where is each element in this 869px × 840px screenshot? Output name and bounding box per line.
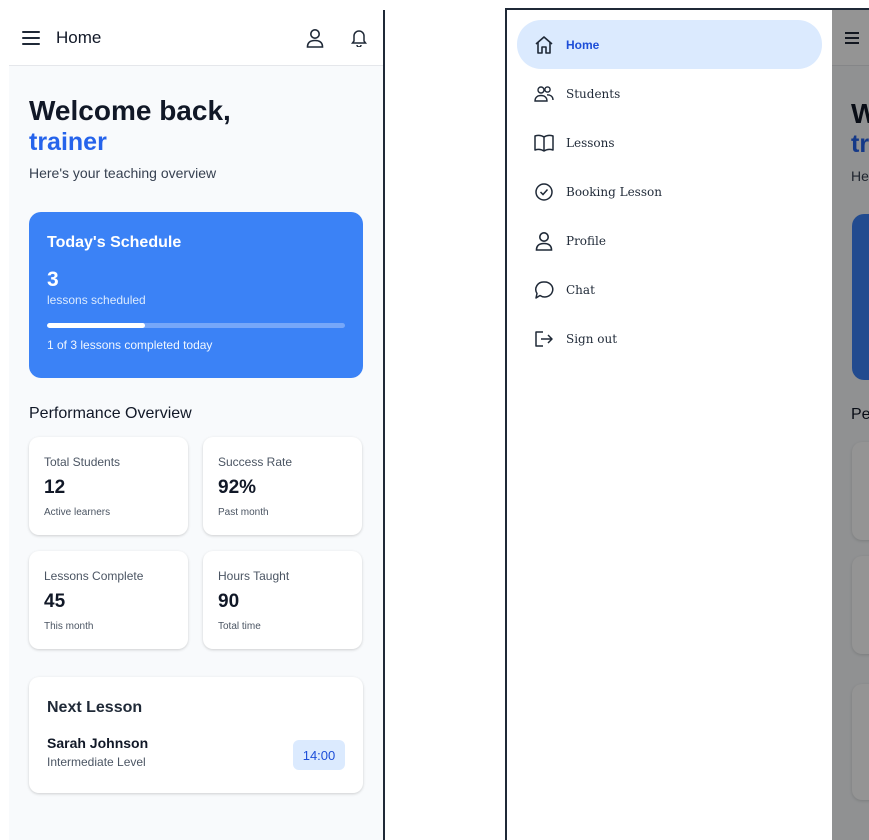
schedule-title: Today's Schedule <box>47 234 182 251</box>
stat-value: 12 <box>44 477 66 498</box>
schedule-completed-text: 1 of 3 lessons completed today <box>47 338 213 352</box>
next-lesson-time-badge: 14:00 <box>293 740 345 770</box>
stat-card-total-students[interactable]: Total Students 12 Active learners <box>29 437 188 535</box>
nav-item-home[interactable]: Home <box>517 20 822 69</box>
home-icon <box>533 34 555 56</box>
stat-subtitle: This month <box>44 621 94 632</box>
stat-card-hours-taught[interactable]: Hours Taught 90 Total time <box>203 551 362 649</box>
schedule-card[interactable]: Today's Schedule 3 lessons scheduled 1 o… <box>29 212 363 378</box>
nav-item-label: Booking Lesson <box>566 184 662 199</box>
next-lesson-title: Next Lesson <box>47 699 143 716</box>
nav-item-profile[interactable]: Profile <box>517 216 822 265</box>
dashboard-screen: Home Welcome back, trainer Here's your t… <box>9 10 385 840</box>
performance-title: Performance Overview <box>29 405 192 422</box>
performance-grid: Total Students 12 Active learners Succes… <box>29 437 363 649</box>
stat-subtitle: Total time <box>218 621 261 632</box>
drawer-screen: Home Students Lessons Booking Lesson Pro… <box>505 8 869 840</box>
nav-item-students[interactable]: Students <box>517 69 822 118</box>
app-bar: Home <box>9 10 383 66</box>
nav-item-label: Home <box>566 37 600 52</box>
drawer-scrim[interactable] <box>832 10 869 840</box>
nav-item-lessons[interactable]: Lessons <box>517 118 822 167</box>
book-icon <box>533 132 555 154</box>
user-icon <box>533 230 555 252</box>
schedule-progress-fill <box>47 323 146 328</box>
stat-title: Hours Taught <box>218 569 290 583</box>
nav-item-sign-out[interactable]: Sign out <box>517 314 822 363</box>
schedule-progress-bar <box>47 323 345 328</box>
sign-out-icon <box>533 328 555 350</box>
nav-item-booking-lesson[interactable]: Booking Lesson <box>517 167 822 216</box>
screenshot-root: Home Welcome back, trainer Here's your t… <box>0 0 869 840</box>
stat-title: Total Students <box>44 455 121 469</box>
stat-title: Lessons Complete <box>44 569 144 583</box>
stat-card-lessons-complete[interactable]: Lessons Complete 45 This month <box>29 551 188 649</box>
users-icon <box>533 83 555 105</box>
bell-icon[interactable] <box>347 26 371 50</box>
stat-value: 90 <box>218 591 240 612</box>
stat-card-success-rate[interactable]: Success Rate 92% Past month <box>203 437 362 535</box>
nav-item-label: Chat <box>566 282 595 297</box>
user-name: trainer <box>29 128 107 156</box>
schedule-count-label: lessons scheduled <box>47 293 146 307</box>
nav-item-label: Sign out <box>566 331 618 346</box>
navigation-drawer: Home Students Lessons Booking Lesson Pro… <box>507 10 832 840</box>
stat-title: Success Rate <box>218 455 293 469</box>
stat-value: 92% <box>218 477 257 498</box>
check-circle-icon <box>533 181 555 203</box>
nav-item-label: Students <box>566 86 621 101</box>
hamburger-icon[interactable] <box>22 30 40 45</box>
nav-item-label: Profile <box>566 233 606 248</box>
nav-item-label: Lessons <box>566 135 615 150</box>
stat-subtitle: Past month <box>218 507 269 518</box>
welcome-heading: Welcome back, <box>29 95 231 126</box>
nav-item-chat[interactable]: Chat <box>517 265 822 314</box>
page-title: Home <box>56 27 102 47</box>
next-lesson-card[interactable]: Next Lesson Sarah Johnson Intermediate L… <box>29 677 363 793</box>
schedule-count: 3 <box>47 268 59 291</box>
stat-value: 45 <box>44 591 66 612</box>
chat-icon <box>533 279 555 301</box>
stat-subtitle: Active learners <box>44 507 111 518</box>
welcome-subtitle: Here's your teaching overview <box>29 165 217 181</box>
dashboard-content: Welcome back, trainer Here's your teachi… <box>9 95 383 793</box>
user-icon[interactable] <box>303 26 327 50</box>
